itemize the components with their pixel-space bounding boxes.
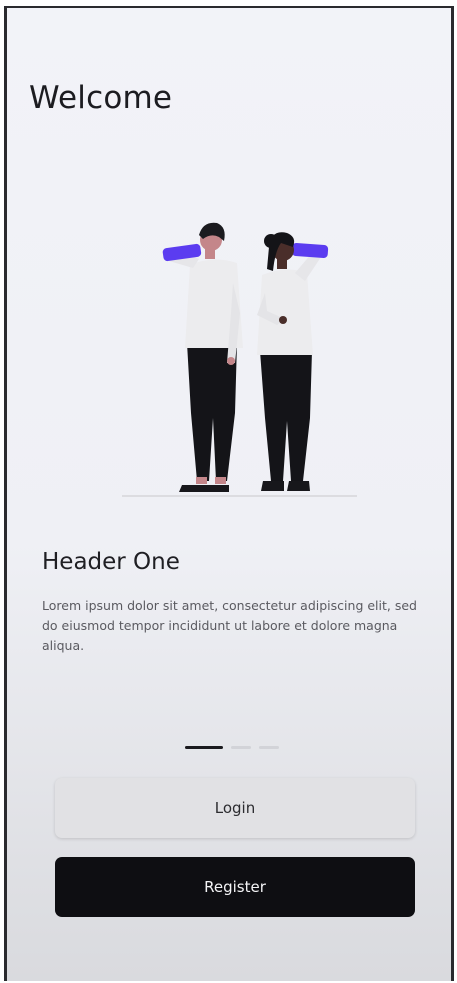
- page-indicator-dot[interactable]: [259, 746, 279, 749]
- page-indicator: [185, 746, 279, 749]
- page-title: Welcome: [29, 80, 173, 116]
- woman-figure: [257, 232, 329, 491]
- login-button[interactable]: Login: [55, 778, 415, 838]
- register-button[interactable]: Register: [55, 857, 415, 917]
- page-indicator-dot-active[interactable]: [185, 746, 223, 749]
- two-people-drinking-illustration: [122, 222, 357, 497]
- onboarding-description: Lorem ipsum dolor sit amet, consectetur …: [42, 598, 417, 653]
- man-figure: [162, 222, 243, 492]
- onboarding-header: Header One: [42, 549, 180, 575]
- page-indicator-dot[interactable]: [231, 746, 251, 749]
- onboarding-screen: Welcome Header One Lorem ipsum dolor sit…: [4, 6, 454, 981]
